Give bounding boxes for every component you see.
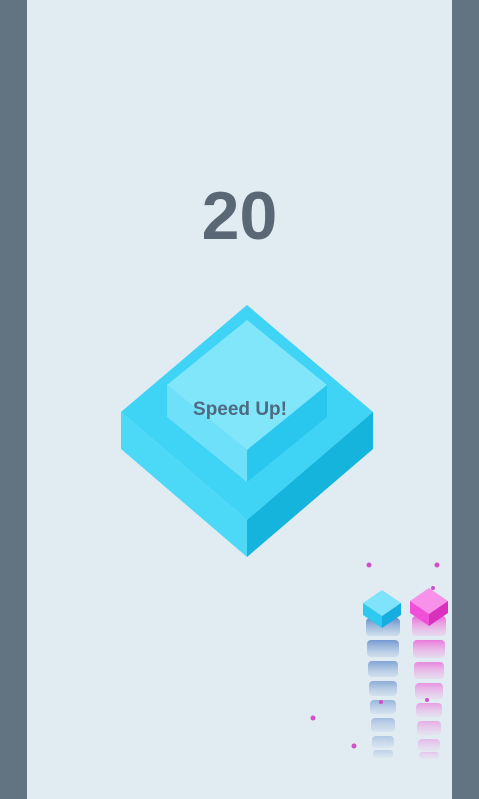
- platform-icon: [121, 305, 373, 557]
- pink-trail: [412, 616, 446, 759]
- blue-trail: [366, 618, 400, 758]
- speed-up-message: Speed Up!: [193, 399, 287, 420]
- game-screen[interactable]: 20 Speed Up!: [0, 0, 479, 799]
- blue-player: [363, 590, 401, 758]
- score-display: 20: [201, 178, 278, 254]
- pink-player: [410, 588, 448, 759]
